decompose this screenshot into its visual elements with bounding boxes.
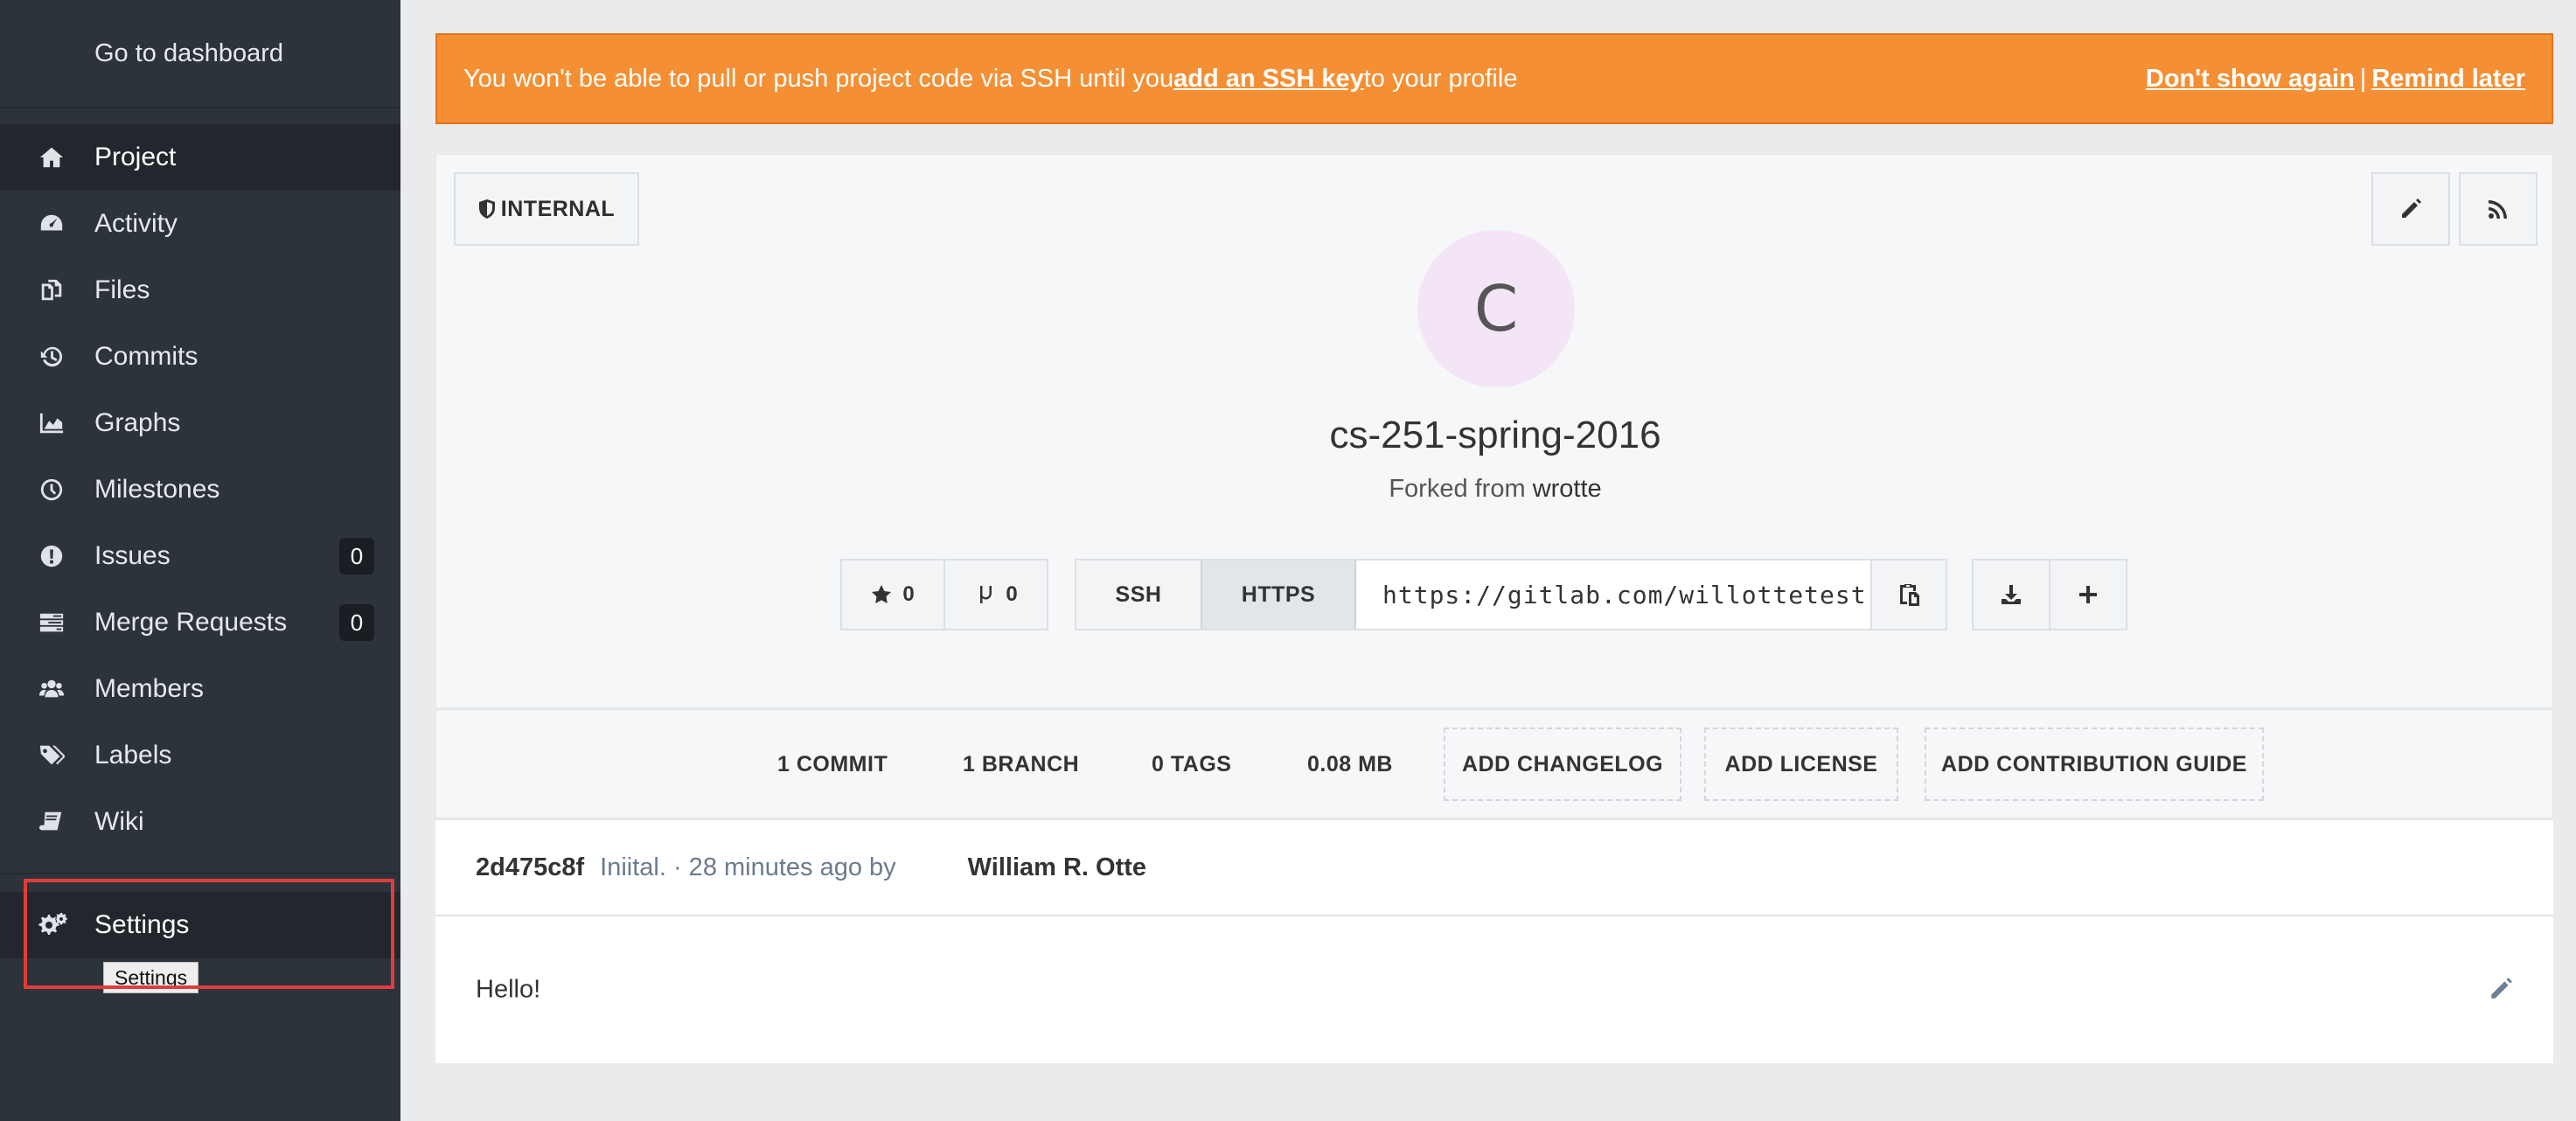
fork-icon <box>980 586 992 603</box>
clone-url-input[interactable]: https://gitlab.com/willottetest <box>1356 560 1870 629</box>
copy-url-button[interactable] <box>1870 560 1946 629</box>
clock-icon <box>37 475 66 505</box>
download-button[interactable] <box>1974 560 2049 629</box>
sidebar-item-files[interactable]: Files <box>0 257 400 324</box>
sidebar-item-milestones[interactable]: Milestones <box>0 456 400 523</box>
sidebar-item-label: Wiki <box>94 807 144 836</box>
clone-ssh-button[interactable]: SSH <box>1076 560 1201 629</box>
edit-readme-button[interactable] <box>2489 977 2515 1003</box>
sidebar-item-label: Activity <box>94 209 178 238</box>
sidebar-item-label: Files <box>94 275 150 304</box>
clone-group: SSH HTTPS https://gitlab.com/willottetes… <box>1075 559 1947 630</box>
sidebar-item-labels[interactable]: Labels <box>0 722 400 789</box>
branches-count-link[interactable]: 1 BRANCH <box>963 710 1079 818</box>
readme-panel: Hello! <box>435 916 2553 1063</box>
banner-separator: | <box>2359 64 2367 93</box>
fork-button[interactable]: 0 <box>943 560 1047 629</box>
commits-count-link[interactable]: 1 COMMIT <box>777 710 888 818</box>
sidebar-item-merge-requests[interactable]: Merge Requests 0 <box>0 589 400 656</box>
files-icon <box>37 275 66 305</box>
sidebar-item-label: Issues <box>94 541 171 570</box>
sidebar-item-wiki[interactable]: Wiki <box>0 789 400 855</box>
add-changelog-button[interactable]: ADD CHANGELOG <box>1444 728 1681 801</box>
sidebar-item-label: Milestones <box>94 475 220 504</box>
add-contribution-guide-button[interactable]: ADD CONTRIBUTION GUIDE <box>1925 728 2264 801</box>
sidebar-item-label: Merge Requests <box>94 608 288 637</box>
add-new-button[interactable] <box>2049 560 2126 629</box>
banner-text-after: to your profile <box>1363 64 1518 93</box>
area-chart-icon <box>37 408 66 438</box>
add-ssh-key-link[interactable]: add an SSH key <box>1173 65 1364 94</box>
issues-count-badge: 0 <box>339 538 374 574</box>
readme-content: Hello! <box>476 975 541 1004</box>
rss-icon <box>2489 200 2507 219</box>
forked-prefix: Forked from <box>1389 475 1526 503</box>
dashboard-label: Go to dashboard <box>94 38 284 67</box>
download-icon <box>2002 585 2021 604</box>
merge-requests-count-badge: 0 <box>339 604 374 641</box>
remind-later-link[interactable]: Remind later <box>2371 65 2525 94</box>
users-icon <box>37 674 66 704</box>
star-icon <box>872 585 892 603</box>
sidebar-item-label: Labels <box>94 741 172 769</box>
pencil-icon <box>2491 978 2512 999</box>
sidebar-item-project[interactable]: Project <box>0 124 400 191</box>
add-license-button[interactable]: ADD LICENSE <box>1704 728 1898 801</box>
sidebar-item-activity[interactable]: Activity <box>0 191 400 257</box>
project-title: cs-251-spring-2016 <box>1329 414 1661 456</box>
commit-author-link[interactable]: William R. Otte <box>968 853 1146 882</box>
home-icon <box>37 143 66 172</box>
sidebar-divider <box>0 873 400 874</box>
clipboard-icon <box>1900 584 1919 606</box>
exclamation-circle-icon <box>37 541 66 571</box>
sidebar-item-label: Commits <box>94 342 198 371</box>
book-icon <box>37 807 66 837</box>
tasks-icon <box>37 608 66 637</box>
edit-project-button[interactable] <box>2371 172 2450 246</box>
star-button[interactable]: 0 <box>842 560 943 629</box>
sidebar-item-graphs[interactable]: Graphs <box>0 390 400 456</box>
tags-icon <box>37 741 66 770</box>
clone-https-button[interactable]: HTTPS <box>1201 560 1356 629</box>
fork-count: 0 <box>1006 582 1018 606</box>
project-stats-bar: 1 COMMIT 1 BRANCH 0 TAGS 0.08 MB ADD CHA… <box>435 710 2553 818</box>
plus-icon <box>2079 586 2097 603</box>
sidebar-item-label: Project <box>94 143 177 171</box>
sidebar: Go to dashboard Project Activity Files C… <box>0 0 400 1121</box>
forked-from-link[interactable]: wrotte <box>1533 475 1602 503</box>
visibility-button[interactable]: INTERNAL <box>454 172 639 246</box>
commit-sha-link[interactable]: 2d475c8f <box>476 853 584 882</box>
banner-text-before: You won't be able to pull or push projec… <box>463 64 1174 93</box>
visibility-label: INTERNAL <box>500 196 616 221</box>
ssh-key-banner: You won't be able to pull or push projec… <box>435 33 2553 124</box>
dashboard-icon <box>37 209 66 239</box>
history-icon <box>37 342 66 372</box>
pencil-icon <box>2402 198 2421 218</box>
sidebar-item-issues[interactable]: Issues 0 <box>0 523 400 589</box>
project-avatar: C <box>1417 230 1575 387</box>
project-actions-group <box>1972 559 2127 630</box>
tags-count-link[interactable]: 0 TAGS <box>1152 710 1231 818</box>
last-commit-row: 2d475c8f Iniital. · 28 minutes ago by Wi… <box>435 818 2553 916</box>
rss-feed-button[interactable] <box>2459 172 2538 246</box>
highlight-box <box>24 879 394 989</box>
commit-message: Iniital. · 28 minutes ago by <box>600 853 896 881</box>
shield-icon <box>478 199 495 219</box>
dont-show-again-link[interactable]: Don't show again <box>2146 65 2355 94</box>
repo-size: 0.08 MB <box>1307 751 1393 776</box>
project-header: INTERNAL C cs-251-spring-2016 Forked fro… <box>435 154 2554 711</box>
sidebar-item-label: Members <box>94 674 205 703</box>
go-to-dashboard-link[interactable]: Go to dashboard <box>0 0 400 108</box>
sidebar-item-label: Graphs <box>94 408 181 437</box>
star-fork-group: 0 0 <box>840 559 1048 630</box>
sidebar-item-commits[interactable]: Commits <box>0 324 400 390</box>
star-count: 0 <box>902 582 915 606</box>
sidebar-nav: Project Activity Files Commits Graphs Mi… <box>0 124 400 855</box>
forked-from-line: Forked from wrotte <box>436 475 2554 504</box>
sidebar-item-members[interactable]: Members <box>0 656 400 722</box>
